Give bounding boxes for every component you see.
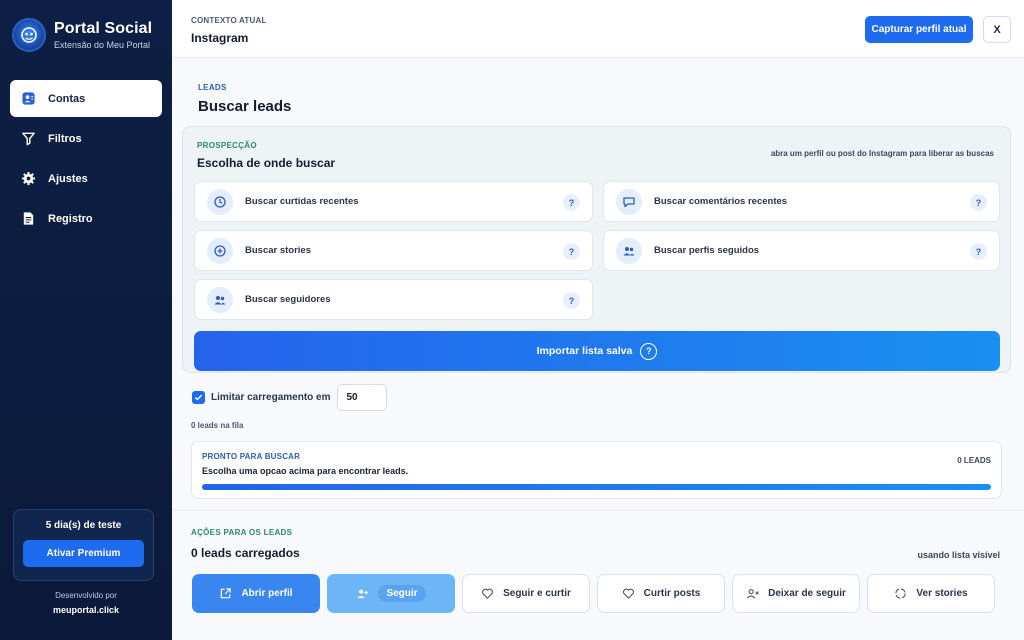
sidebar-item-ajustes[interactable]: Ajustes (10, 160, 162, 197)
close-button[interactable]: X (983, 16, 1011, 43)
add-circle-icon (207, 237, 233, 264)
filter-icon (20, 131, 36, 147)
context-value: Instagram (191, 31, 249, 45)
actions-title: 0 leads carregados (191, 546, 300, 560)
history-icon (207, 188, 233, 215)
comment-icon (616, 188, 642, 215)
import-saved-list-button[interactable]: Importar lista salva ? (194, 331, 1000, 371)
add-user-icon (357, 589, 369, 599)
prospeccao-title: Escolha de onde buscar (197, 156, 336, 170)
context-label: CONTEXTO ATUAL (191, 16, 267, 25)
option-label: Buscar comentários recentes (654, 196, 788, 207)
option-label: Buscar seguidores (245, 294, 331, 305)
option-curtidas[interactable]: Buscar curtidas recentes ? (194, 181, 593, 222)
heart-icon (482, 588, 494, 599)
view-stories-button[interactable]: Ver stories (867, 574, 995, 613)
open-profile-button[interactable]: Abrir perfil (192, 574, 320, 613)
button-label: Abrir perfil (241, 588, 293, 599)
option-seguidores[interactable]: Buscar seguidores ? (194, 279, 593, 320)
people-icon (616, 237, 642, 264)
sidebar-item-filtros[interactable]: Filtros (10, 120, 162, 157)
limit-checkbox[interactable] (192, 390, 205, 404)
heart-icon (622, 588, 634, 599)
brand: Portal Social Extensão do Meu Portal (12, 18, 152, 52)
logo-icon (12, 18, 46, 52)
sidebar-item-label: Registro (48, 212, 93, 225)
section-eyebrow: LEADS (198, 83, 227, 92)
status-card: PRONTO PARA BUSCAR 0 LEADS Escolha uma o… (191, 441, 1002, 499)
follow-button[interactable]: Seguir (327, 574, 455, 613)
help-icon[interactable]: ? (563, 194, 580, 211)
trial-card: 5 dia(s) de teste Ativar Premium (13, 509, 154, 581)
prospeccao-eyebrow: PROSPECÇÃO (197, 141, 257, 150)
progress-fill (202, 484, 991, 490)
button-label: Curtir posts (643, 588, 701, 599)
sidebar-item-contas[interactable]: Contas (10, 80, 162, 117)
remove-user-icon (747, 589, 759, 599)
option-stories[interactable]: Buscar stories ? (194, 230, 593, 271)
circle-icon (895, 588, 907, 599)
sidebar: Portal Social Extensão do Meu Portal Con… (0, 0, 172, 640)
followers-icon (207, 286, 233, 313)
follow-and-like-button[interactable]: Seguir e curtir (462, 574, 590, 613)
limit-row: Limitar carregamento em (192, 383, 387, 411)
gear-icon (20, 171, 36, 187)
option-perfis-seguidos[interactable]: Buscar perfis seguidos ? (603, 230, 1000, 271)
limit-label: Limitar carregamento em (211, 391, 331, 403)
main-panel: CONTEXTO ATUAL Instagram Capturar perfil… (172, 0, 1024, 640)
import-label: Importar lista salva (536, 345, 633, 357)
sidebar-nav: Contas Filtros Ajustes Registro (10, 80, 162, 240)
option-comentarios[interactable]: Buscar comentários recentes ? (603, 181, 1000, 222)
help-icon[interactable]: ? (970, 194, 987, 211)
sidebar-item-label: Ajustes (48, 172, 88, 185)
trial-label: 5 dia(s) de teste (45, 520, 122, 531)
document-icon (20, 211, 36, 227)
queue-count: 0 leads na fila (191, 421, 244, 430)
page-title: Buscar leads (198, 98, 292, 115)
topbar: CONTEXTO ATUAL Instagram Capturar perfil… (172, 0, 1024, 58)
sidebar-item-registro[interactable]: Registro (10, 200, 162, 237)
brand-subtitle: Extensão do Meu Portal (54, 40, 151, 50)
help-icon[interactable]: ? (563, 243, 580, 260)
actions-eyebrow: AÇÕES PARA OS LEADS (191, 528, 293, 537)
limit-input[interactable] (336, 383, 387, 411)
button-label: Ver stories (916, 588, 968, 599)
help-icon[interactable]: ? (640, 342, 658, 360)
status-message: Escolha uma opcao acima para encontrar l… (202, 466, 409, 476)
status-eyebrow: PRONTO PARA BUSCAR (202, 452, 301, 461)
button-label: Deixar de seguir (768, 588, 846, 599)
option-label: Buscar stories (245, 245, 312, 256)
sidebar-item-label: Filtros (48, 132, 82, 145)
help-icon[interactable]: ? (563, 292, 580, 309)
option-label: Buscar perfis seguidos (654, 245, 760, 256)
developer-link[interactable]: meuportal.click (0, 605, 172, 615)
actions-hint: usando lista visível (917, 550, 1000, 560)
option-label: Buscar curtidas recentes (245, 196, 359, 207)
unfollow-button[interactable]: Deixar de seguir (732, 574, 860, 613)
activate-premium-button[interactable]: Ativar Premium (23, 540, 144, 567)
prospeccao-panel: PROSPECÇÃO Escolha de onde buscar abra u… (182, 126, 1011, 373)
developer-label: Desenvolvido por (55, 591, 117, 600)
brand-title: Portal Social (54, 20, 153, 37)
divider (172, 510, 1024, 511)
status-badge: 0 LEADS (957, 456, 991, 465)
capture-profile-button[interactable]: Capturar perfil atual (865, 16, 973, 43)
external-link-icon (221, 588, 232, 599)
sidebar-item-label: Contas (48, 92, 86, 105)
developer-credit: Desenvolvido por meuportal.click (0, 591, 172, 615)
contacts-icon (20, 91, 36, 107)
like-posts-button[interactable]: Curtir posts (597, 574, 725, 613)
button-label: Seguir e curtir (503, 588, 571, 599)
progress-bar (202, 484, 991, 490)
prospeccao-hint: abra um perfil ou post do Instagram para… (770, 149, 994, 158)
button-label: Seguir (378, 585, 426, 602)
help-icon[interactable]: ? (970, 243, 987, 260)
